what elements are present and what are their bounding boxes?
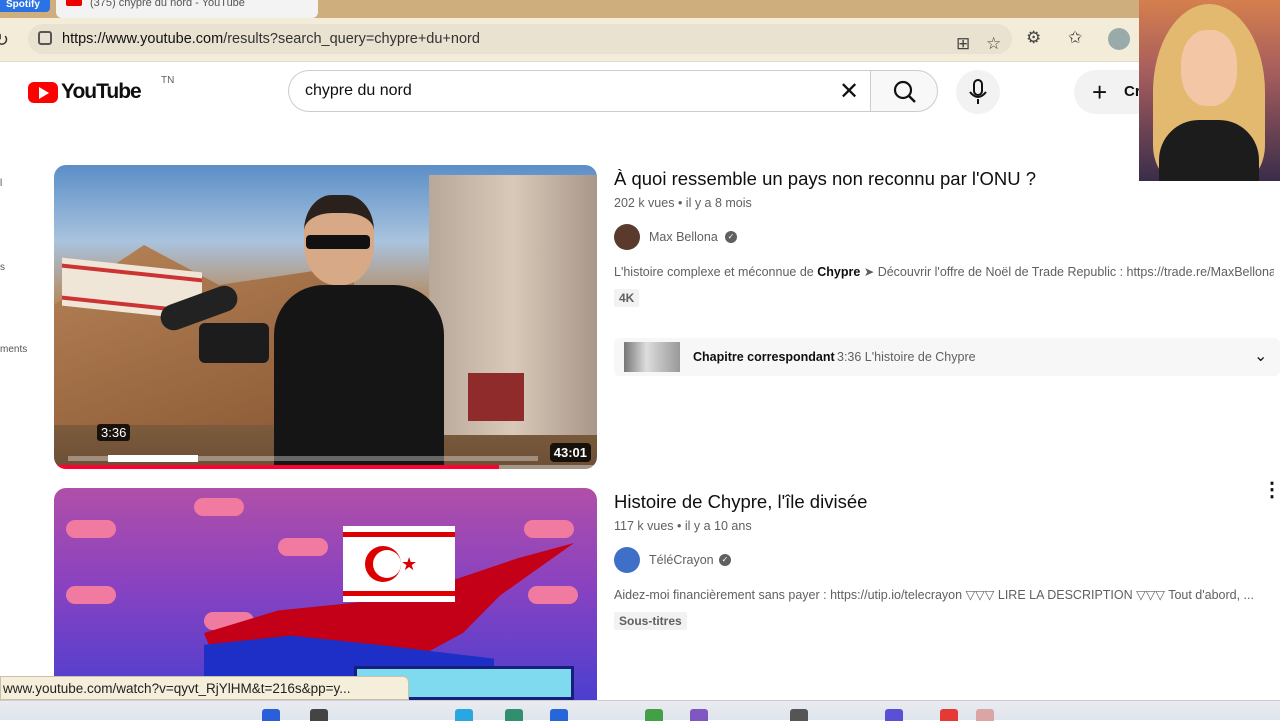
thumbnail-camera: [156, 282, 279, 363]
storyboard-timeline[interactable]: [68, 455, 538, 462]
tab-youtube-search[interactable]: (375) chypre du nord - YouTube: [56, 0, 318, 18]
thumbnail-person: [274, 195, 444, 469]
thumbnail-cloud: [278, 538, 328, 556]
search-input[interactable]: chypre du nord ✕: [288, 70, 870, 112]
apps-icon[interactable]: ⊞: [956, 34, 970, 54]
tab-title: (375) chypre du nord - YouTube: [90, 0, 245, 9]
chapter-label: Chapitre correspondant: [693, 350, 835, 364]
verified-icon: ✓: [719, 554, 731, 566]
youtube-play-icon: [28, 82, 58, 103]
webcam-overlay: [1139, 0, 1280, 181]
chevron-down-icon[interactable]: ⌄: [1254, 346, 1267, 366]
taskbar-app-icon[interactable]: [885, 709, 903, 721]
taskbar-app-icon[interactable]: [940, 709, 958, 721]
search-button[interactable]: [870, 70, 938, 112]
url-host: https://www.youtube.com: [62, 31, 224, 47]
country-code: TN: [161, 75, 175, 86]
thumbnail-cloud: [66, 520, 116, 538]
taskbar-app-icon[interactable]: [550, 709, 568, 721]
subtitles-badge: Sous-titres: [614, 612, 687, 630]
video-description: Aidez-moi financièrement sans payer : ht…: [614, 588, 1254, 602]
avatar[interactable]: [614, 224, 640, 250]
duration-badge: 43:01: [549, 443, 591, 462]
thumbnail-sign: [468, 373, 524, 421]
thumbnail-cloud: [528, 586, 578, 604]
view-count: 202 k vues: [614, 196, 675, 210]
taskbar-app-icon[interactable]: [790, 709, 808, 721]
channel-row[interactable]: Max Bellona ✓: [614, 224, 1274, 250]
watch-progress-bar: [54, 465, 597, 469]
avatar[interactable]: [614, 547, 640, 573]
video-title[interactable]: Histoire de Chypre, l'île divisée: [614, 491, 1274, 513]
sidebar-item-label[interactable]: ments: [0, 344, 27, 355]
taskbar-app-icon[interactable]: [690, 709, 708, 721]
url-text[interactable]: https://www.youtube.com/results?search_q…: [62, 31, 480, 47]
tab-spotify[interactable]: Spotify: [0, 0, 50, 12]
sidebar-item-label[interactable]: l: [0, 178, 2, 189]
video-metadata: 202 k vues • il y a 8 mois: [614, 196, 752, 210]
search-query-text: chypre du nord: [305, 82, 412, 99]
reload-icon[interactable]: ↻: [0, 30, 9, 51]
microphone-icon: [969, 79, 987, 104]
site-info-icon[interactable]: [38, 31, 52, 45]
taskbar-app-icon[interactable]: [645, 709, 663, 721]
sidebar-collapsed: l s ments: [0, 130, 30, 690]
profile-avatar[interactable]: [1108, 28, 1130, 50]
thumbnail-cloud: [66, 586, 116, 604]
channel-row[interactable]: TéléCrayon ✓: [614, 547, 1274, 573]
extensions-icon[interactable]: ⚙: [1026, 28, 1041, 48]
chapter-detail: 3:36 L'histoire de Chypre: [837, 350, 976, 364]
video-description: L'histoire complexe et méconnue de Chypr…: [614, 265, 1274, 279]
taskbar-app-icon[interactable]: [310, 709, 328, 721]
address-bar-area: ↻ https://www.youtube.com/results?search…: [0, 18, 1280, 62]
hover-time-tooltip: 3:36: [97, 424, 131, 441]
browser-tab-bar: Spotify (375) chypre du nord - YouTube: [0, 0, 1280, 18]
plus-icon: +: [1092, 77, 1108, 107]
video-info: Histoire de Chypre, l'île divisée 117 k …: [614, 491, 1274, 630]
search-icon: [893, 80, 916, 103]
chapter-thumbnail: [624, 342, 680, 372]
matching-chapter[interactable]: Chapitre correspondant 3:36 L'histoire d…: [614, 338, 1280, 376]
channel-name[interactable]: TéléCrayon: [649, 553, 714, 567]
voice-search-button[interactable]: [956, 70, 1000, 114]
thumbnail-cloud: [194, 498, 244, 516]
taskbar-app-icon[interactable]: [455, 709, 473, 721]
verified-icon: ✓: [725, 231, 737, 243]
video-thumbnail[interactable]: 3:36 43:01: [54, 165, 597, 469]
thumbnail-cloud: [524, 520, 574, 538]
taskbar-app-icon[interactable]: [505, 709, 523, 721]
os-taskbar: [0, 700, 1280, 721]
favorite-star-icon[interactable]: ☆: [986, 34, 1001, 54]
youtube-favicon-icon: [66, 0, 82, 6]
view-count: 117 k vues: [614, 519, 674, 533]
video-metadata: 117 k vues • il y a 10 ans: [614, 519, 752, 533]
link-status-bar: www.youtube.com/watch?v=qyvt_RjYlHM&t=21…: [0, 676, 409, 700]
channel-name[interactable]: Max Bellona: [649, 230, 718, 244]
upload-age: il y a 8 mois: [685, 196, 752, 210]
thumbnail-flag: ★: [343, 526, 455, 602]
more-options-icon[interactable]: ⋮: [1262, 480, 1280, 500]
video-thumbnail[interactable]: ★: [54, 488, 597, 700]
quality-badge: 4K: [614, 289, 640, 307]
address-bar[interactable]: https://www.youtube.com/results?search_q…: [28, 24, 1012, 54]
youtube-header: YouTube TN chypre du nord ✕ + Cr: [0, 62, 1280, 122]
taskbar-app-icon[interactable]: [262, 709, 280, 721]
taskbar-app-icon[interactable]: [976, 709, 994, 721]
video-info: À quoi ressemble un pays non reconnu par…: [614, 168, 1274, 307]
logo-text: YouTube: [61, 80, 142, 103]
clear-search-icon[interactable]: ✕: [839, 77, 859, 106]
url-path: /results?search_query=chypre+du+nord: [223, 31, 480, 47]
favorites-icon[interactable]: ✩: [1068, 28, 1082, 48]
upload-age: il y a 10 ans: [684, 519, 752, 533]
sidebar-item-label[interactable]: s: [0, 262, 5, 273]
